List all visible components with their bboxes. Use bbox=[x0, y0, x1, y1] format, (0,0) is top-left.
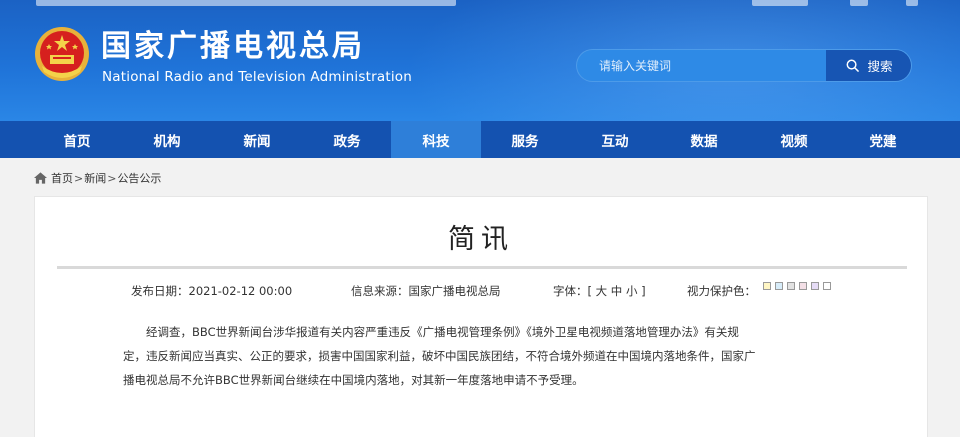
nav-item-government[interactable]: 政务 bbox=[302, 121, 392, 158]
breadcrumb-announcements[interactable]: 公告公示 bbox=[117, 170, 161, 186]
article-body: 经调查，BBC世界新闻台涉华报道有关内容严重违反《广播电视管理条例》《境外卫星电… bbox=[123, 320, 813, 392]
breadcrumb-home[interactable]: 首页 bbox=[51, 170, 73, 186]
breadcrumb-separator: > bbox=[107, 171, 117, 185]
article-body-line: 播电视总局不允许BBC世界新闻台继续在中国境内落地，对其新一年度落地申请不予受理… bbox=[123, 373, 584, 387]
font-size-control: 字体：[ 大 中 小 ] bbox=[553, 283, 646, 299]
article-body-line: 经调查，BBC世界新闻台涉华报道有关内容严重违反《广播电视管理条例》《境外卫星电… bbox=[146, 325, 739, 339]
eye-care-swatch[interactable] bbox=[823, 282, 831, 290]
search-input[interactable] bbox=[577, 50, 825, 81]
publish-date-value: 2021-02-12 00:00 bbox=[188, 284, 293, 298]
site-title-en[interactable]: National Radio and Television Administra… bbox=[102, 69, 412, 85]
font-size-options[interactable]: [ 大 中 小 ] bbox=[588, 284, 646, 298]
national-emblem-icon bbox=[35, 27, 89, 81]
site-title-cn[interactable]: 国家广播电视总局 bbox=[101, 30, 365, 64]
nav-item-interaction[interactable]: 互动 bbox=[570, 121, 660, 158]
home-icon bbox=[34, 172, 47, 184]
title-divider bbox=[57, 266, 907, 269]
info-source-value: 国家广播电视总局 bbox=[408, 284, 501, 298]
nav-item-party[interactable]: 党建 bbox=[838, 121, 928, 158]
eye-care-swatch[interactable] bbox=[775, 282, 783, 290]
nav-item-news[interactable]: 新闻 bbox=[212, 121, 302, 158]
search-box: 搜索 bbox=[576, 49, 912, 82]
eye-care-swatch[interactable] bbox=[763, 282, 771, 290]
search-icon bbox=[847, 59, 860, 72]
top-strip bbox=[0, 0, 960, 6]
publish-date: 发布日期：2021-02-12 00:00 bbox=[131, 283, 292, 299]
breadcrumb-news[interactable]: 新闻 bbox=[84, 170, 106, 186]
eye-care-swatches bbox=[763, 282, 831, 290]
info-source-label: 信息来源： bbox=[351, 284, 409, 298]
article-body-line: 定，违反新闻应当真实、公正的要求，损害中国国家利益，破坏中国民族团结，不符合境外… bbox=[123, 349, 756, 363]
eye-care-swatch[interactable] bbox=[799, 282, 807, 290]
nav-item-service[interactable]: 服务 bbox=[480, 121, 570, 158]
article-card: 简讯 发布日期：2021-02-12 00:00 信息来源：国家广播电视总局 字… bbox=[34, 196, 928, 437]
nav-item-home[interactable]: 首页 bbox=[32, 121, 122, 158]
article-title: 简讯 bbox=[448, 224, 514, 255]
main-nav: 首页 机构 新闻 政务 科技 服务 互动 数据 视频 党建 bbox=[0, 121, 960, 158]
nav-item-data[interactable]: 数据 bbox=[659, 121, 749, 158]
info-source: 信息来源：国家广播电视总局 bbox=[351, 283, 501, 299]
eye-care-label: 视力保护色： bbox=[687, 284, 756, 298]
font-size-label: 字体： bbox=[553, 284, 588, 298]
breadcrumb: 首页 > 新闻 > 公告公示 bbox=[34, 170, 161, 186]
breadcrumb-separator: > bbox=[74, 171, 84, 185]
nav-item-institution[interactable]: 机构 bbox=[122, 121, 212, 158]
search-button-label: 搜索 bbox=[867, 59, 893, 74]
nav-item-video[interactable]: 视频 bbox=[749, 121, 839, 158]
publish-date-label: 发布日期： bbox=[131, 284, 189, 298]
eye-care-swatch[interactable] bbox=[811, 282, 819, 290]
nav-item-technology[interactable]: 科技 bbox=[391, 121, 481, 158]
site-header: 国家广播电视总局 National Radio and Television A… bbox=[0, 0, 960, 121]
eye-care-swatch[interactable] bbox=[787, 282, 795, 290]
search-button[interactable]: 搜索 bbox=[826, 50, 911, 81]
